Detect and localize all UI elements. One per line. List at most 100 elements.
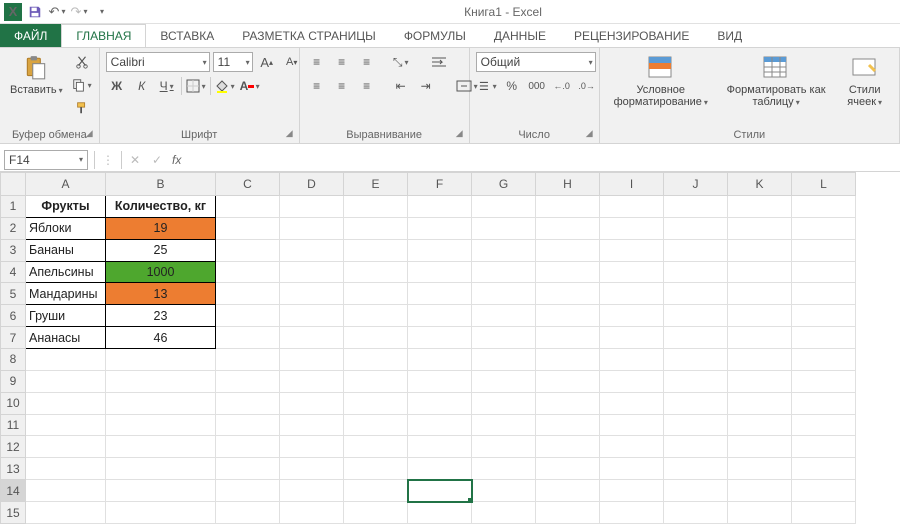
cell-L2[interactable] — [792, 217, 856, 239]
cell-G8[interactable] — [472, 349, 536, 371]
tab-file[interactable]: ФАЙЛ — [0, 24, 61, 47]
cell-L12[interactable] — [792, 436, 856, 458]
cell-F3[interactable] — [408, 239, 472, 261]
column-header-D[interactable]: D — [280, 173, 344, 196]
cell-A7[interactable]: Ананасы — [26, 327, 106, 349]
cell-J10[interactable] — [664, 392, 728, 414]
font-color-button[interactable]: A▾ — [239, 76, 261, 96]
cell-E9[interactable] — [344, 370, 408, 392]
align-middle-button[interactable]: ≡ — [331, 52, 353, 72]
cell-F1[interactable] — [408, 196, 472, 218]
cell-H11[interactable] — [536, 414, 600, 436]
align-right-button[interactable]: ≡ — [356, 76, 378, 96]
cell-B6[interactable]: 23 — [106, 305, 216, 327]
cell-H6[interactable] — [536, 305, 600, 327]
cell-B9[interactable] — [106, 370, 216, 392]
column-header-E[interactable]: E — [344, 173, 408, 196]
cell-I7[interactable] — [600, 327, 664, 349]
formula-input[interactable] — [185, 150, 900, 170]
cell-B4[interactable]: 1000 — [106, 261, 216, 283]
cell-J13[interactable] — [664, 458, 728, 480]
cell-D1[interactable] — [280, 196, 344, 218]
cell-C8[interactable] — [216, 349, 280, 371]
cell-K2[interactable] — [728, 217, 792, 239]
cell-H5[interactable] — [536, 283, 600, 305]
cell-F4[interactable] — [408, 261, 472, 283]
undo-button[interactable]: ↶▾ — [48, 3, 66, 21]
cell-A13[interactable] — [26, 458, 106, 480]
tab-data[interactable]: ДАННЫЕ — [480, 24, 560, 47]
cell-C10[interactable] — [216, 392, 280, 414]
cell-D11[interactable] — [280, 414, 344, 436]
column-header-I[interactable]: I — [600, 173, 664, 196]
cell-F13[interactable] — [408, 458, 472, 480]
cell-J8[interactable] — [664, 349, 728, 371]
cell-I13[interactable] — [600, 458, 664, 480]
cell-E4[interactable] — [344, 261, 408, 283]
cell-C9[interactable] — [216, 370, 280, 392]
row-header-5[interactable]: 5 — [1, 283, 26, 305]
cell-I11[interactable] — [600, 414, 664, 436]
cell-K9[interactable] — [728, 370, 792, 392]
cell-D2[interactable] — [280, 217, 344, 239]
cell-B12[interactable] — [106, 436, 216, 458]
row-header-10[interactable]: 10 — [1, 392, 26, 414]
cell-H4[interactable] — [536, 261, 600, 283]
cell-E6[interactable] — [344, 305, 408, 327]
cell-B7[interactable]: 46 — [106, 327, 216, 349]
cell-F12[interactable] — [408, 436, 472, 458]
cell-G1[interactable] — [472, 196, 536, 218]
cell-I8[interactable] — [600, 349, 664, 371]
cell-L4[interactable] — [792, 261, 856, 283]
cell-I10[interactable] — [600, 392, 664, 414]
cell-K7[interactable] — [728, 327, 792, 349]
column-header-G[interactable]: G — [472, 173, 536, 196]
cell-G15[interactable] — [472, 502, 536, 524]
tab-home[interactable]: ГЛАВНАЯ — [61, 24, 146, 47]
wrap-text-button[interactable] — [426, 52, 452, 72]
cell-E8[interactable] — [344, 349, 408, 371]
number-format-combo[interactable]: Общий▾ — [476, 52, 596, 72]
row-header-13[interactable]: 13 — [1, 458, 26, 480]
column-header-L[interactable]: L — [792, 173, 856, 196]
cell-H13[interactable] — [536, 458, 600, 480]
cancel-button[interactable]: ✕ — [124, 150, 146, 170]
cell-E14[interactable] — [344, 480, 408, 502]
cell-B15[interactable] — [106, 502, 216, 524]
row-header-3[interactable]: 3 — [1, 239, 26, 261]
cell-B13[interactable] — [106, 458, 216, 480]
cell-J9[interactable] — [664, 370, 728, 392]
cell-I15[interactable] — [600, 502, 664, 524]
clipboard-launcher[interactable]: ◢ — [86, 128, 93, 139]
cell-J4[interactable] — [664, 261, 728, 283]
cell-I9[interactable] — [600, 370, 664, 392]
cell-K14[interactable] — [728, 480, 792, 502]
cell-J3[interactable] — [664, 239, 728, 261]
increase-indent-button[interactable]: ⇥ — [415, 76, 437, 96]
cell-K6[interactable] — [728, 305, 792, 327]
increase-decimal-button[interactable]: ←.0 — [551, 76, 573, 96]
alignment-launcher[interactable]: ◢ — [456, 128, 463, 139]
cell-K15[interactable] — [728, 502, 792, 524]
italic-button[interactable]: К — [131, 76, 153, 96]
cell-G4[interactable] — [472, 261, 536, 283]
qat-customize-button[interactable]: ▾ — [92, 3, 110, 21]
cell-G3[interactable] — [472, 239, 536, 261]
cell-L10[interactable] — [792, 392, 856, 414]
column-header-J[interactable]: J — [664, 173, 728, 196]
cell-F15[interactable] — [408, 502, 472, 524]
cell-F14[interactable] — [408, 480, 472, 502]
column-header-K[interactable]: K — [728, 173, 792, 196]
tab-view[interactable]: ВИД — [703, 24, 756, 47]
cell-C2[interactable] — [216, 217, 280, 239]
cell-I4[interactable] — [600, 261, 664, 283]
tab-formulas[interactable]: ФОРМУЛЫ — [390, 24, 480, 47]
cell-H1[interactable] — [536, 196, 600, 218]
cut-button[interactable] — [71, 52, 93, 72]
cell-C15[interactable] — [216, 502, 280, 524]
column-header-F[interactable]: F — [408, 173, 472, 196]
cell-F10[interactable] — [408, 392, 472, 414]
cell-G12[interactable] — [472, 436, 536, 458]
cell-K1[interactable] — [728, 196, 792, 218]
cell-F5[interactable] — [408, 283, 472, 305]
